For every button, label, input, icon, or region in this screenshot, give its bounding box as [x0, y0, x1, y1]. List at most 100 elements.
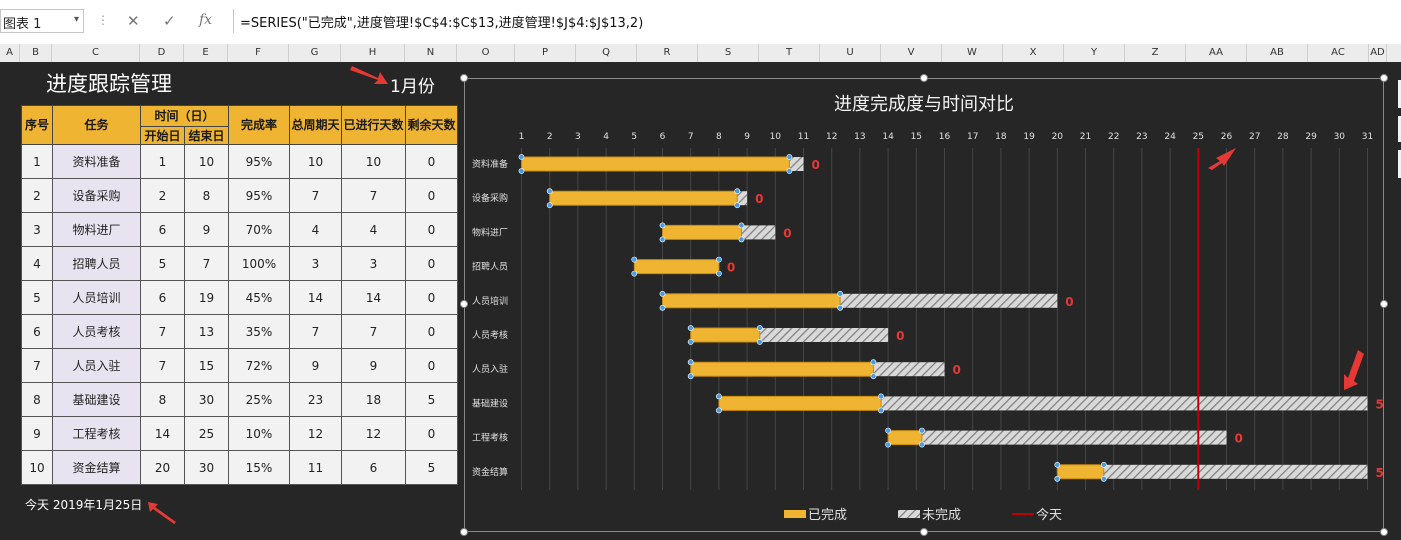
cell-rate[interactable]: 15% — [228, 450, 290, 485]
cell-end[interactable]: 8 — [184, 178, 229, 213]
bar-selection-handle[interactable] — [715, 407, 722, 414]
bar-selection-handle[interactable] — [756, 339, 763, 345]
resize-handle[interactable] — [1380, 74, 1388, 82]
completed-bar[interactable] — [718, 395, 882, 411]
bar-selection-handle[interactable] — [518, 154, 525, 160]
cell-rate[interactable]: 45% — [228, 280, 290, 315]
bar-selection-handle[interactable] — [687, 359, 694, 366]
column-header-w[interactable]: W — [942, 44, 1003, 62]
cell-end[interactable]: 10 — [184, 144, 229, 179]
bar-selection-handle[interactable] — [878, 393, 884, 400]
bar-selection-handle[interactable] — [546, 202, 553, 209]
bar-selection-handle[interactable] — [837, 290, 844, 297]
cell-task[interactable]: 资金结算 — [52, 450, 141, 485]
cell-start[interactable]: 7 — [140, 348, 185, 383]
column-header-ad[interactable]: AD — [1369, 44, 1387, 62]
column-header-x[interactable]: X — [1003, 44, 1064, 62]
bar-selection-handle[interactable] — [631, 256, 638, 263]
cell-end[interactable]: 30 — [184, 382, 229, 417]
cell-elapsed[interactable]: 9 — [341, 348, 406, 383]
bar-selection-handle[interactable] — [919, 441, 925, 448]
bar-selection-handle[interactable] — [687, 325, 694, 331]
bar-selection-handle[interactable] — [919, 427, 925, 434]
cell-end[interactable]: 15 — [184, 348, 229, 383]
cell-total[interactable]: 14 — [289, 280, 342, 315]
column-header-a[interactable]: A — [0, 44, 20, 62]
column-header-v[interactable]: V — [881, 44, 942, 62]
cell-rate[interactable]: 10% — [228, 416, 290, 451]
column-header-g[interactable]: G — [289, 44, 341, 62]
completed-bar[interactable] — [521, 156, 790, 172]
cell-task[interactable]: 资料准备 — [52, 144, 141, 179]
cell-elapsed[interactable]: 7 — [341, 178, 406, 213]
bar-selection-handle[interactable] — [837, 304, 844, 311]
resize-handle[interactable] — [460, 528, 468, 536]
completed-bar[interactable] — [690, 361, 874, 377]
cell-task[interactable]: 基础建设 — [52, 382, 141, 417]
cell-task[interactable]: 物料进厂 — [52, 212, 141, 247]
cell-rate[interactable]: 100% — [228, 246, 290, 281]
completed-bar[interactable] — [690, 327, 761, 343]
column-header-h[interactable]: H — [341, 44, 405, 62]
cell-total[interactable]: 12 — [289, 416, 342, 451]
cell-rate[interactable]: 72% — [228, 348, 290, 383]
cell-end[interactable]: 13 — [184, 314, 229, 349]
bar-selection-handle[interactable] — [870, 373, 877, 380]
cell-no[interactable]: 3 — [21, 212, 53, 247]
cell-total[interactable]: 10 — [289, 144, 342, 179]
completed-bar[interactable] — [633, 259, 720, 275]
cell-rate[interactable]: 95% — [228, 144, 290, 179]
cell-elapsed[interactable]: 7 — [341, 314, 406, 349]
bar-selection-handle[interactable] — [659, 290, 666, 297]
bar-selection-handle[interactable] — [715, 256, 722, 263]
resize-handle[interactable] — [920, 528, 928, 536]
cell-elapsed[interactable]: 10 — [341, 144, 406, 179]
cell-no[interactable]: 1 — [21, 144, 53, 179]
cell-task[interactable]: 人员考核 — [52, 314, 141, 349]
cell-no[interactable]: 8 — [21, 382, 53, 417]
remaining-bar[interactable] — [888, 430, 1227, 445]
name-box[interactable]: 图表 1 ▾ — [0, 9, 84, 33]
cell-total[interactable]: 4 — [289, 212, 342, 247]
bar-selection-handle[interactable] — [659, 236, 666, 243]
cell-no[interactable]: 10 — [21, 450, 53, 485]
cell-remain[interactable]: 0 — [405, 314, 458, 349]
bar-selection-handle[interactable] — [870, 359, 877, 366]
cell-no[interactable]: 7 — [21, 348, 53, 383]
column-header-s[interactable]: S — [698, 44, 759, 62]
cancel-icon[interactable]: ✕ — [127, 12, 140, 30]
bar-selection-handle[interactable] — [518, 168, 525, 174]
column-header-ac[interactable]: AC — [1308, 44, 1369, 62]
column-header-aa[interactable]: AA — [1186, 44, 1247, 62]
confirm-icon[interactable]: ✓ — [163, 12, 176, 30]
bar-selection-handle[interactable] — [885, 441, 891, 448]
cell-total[interactable]: 3 — [289, 246, 342, 281]
cell-end[interactable]: 25 — [184, 416, 229, 451]
bar-selection-handle[interactable] — [738, 236, 745, 243]
cell-total[interactable]: 9 — [289, 348, 342, 383]
bar-selection-handle[interactable] — [1054, 475, 1061, 482]
cell-remain[interactable]: 0 — [405, 178, 458, 213]
bar-selection-handle[interactable] — [631, 270, 638, 277]
chevron-down-icon[interactable]: ▾ — [74, 14, 79, 25]
completed-bar[interactable] — [1056, 464, 1105, 480]
column-header-t[interactable]: T — [759, 44, 820, 62]
bar-selection-handle[interactable] — [1100, 475, 1107, 482]
completed-bar[interactable] — [887, 430, 923, 446]
cell-total[interactable]: 7 — [289, 314, 342, 349]
cell-remain[interactable]: 0 — [405, 348, 458, 383]
cell-total[interactable]: 7 — [289, 178, 342, 213]
bar-selection-handle[interactable] — [786, 168, 793, 174]
cell-elapsed[interactable]: 3 — [341, 246, 406, 281]
cell-no[interactable]: 9 — [21, 416, 53, 451]
cell-elapsed[interactable]: 6 — [341, 450, 406, 485]
column-header-d[interactable]: D — [140, 44, 184, 62]
resize-handle[interactable] — [1380, 528, 1388, 536]
bar-selection-handle[interactable] — [715, 270, 722, 277]
cell-start[interactable]: 14 — [140, 416, 185, 451]
bar-selection-handle[interactable] — [734, 202, 741, 209]
bar-selection-handle[interactable] — [659, 222, 666, 229]
cell-remain[interactable]: 5 — [405, 450, 458, 485]
cell-start[interactable]: 2 — [140, 178, 185, 213]
resize-handle[interactable] — [460, 300, 468, 308]
